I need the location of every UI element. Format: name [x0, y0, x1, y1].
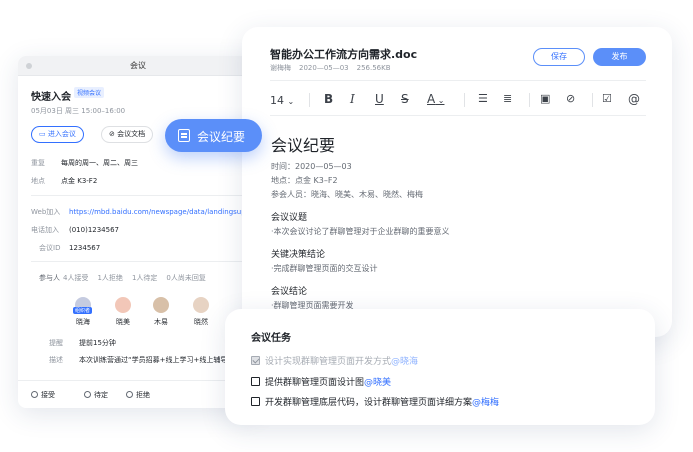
text-color-icon[interactable]: A ⌄ [427, 92, 444, 106]
window-dot-icon [26, 63, 32, 69]
repeat-row: 重复 每周的周一、周二、周三 [31, 159, 138, 167]
document-author: 谢梅梅 [270, 64, 291, 72]
meeting-titlebar: 会议 [18, 56, 258, 76]
italic-icon[interactable]: I [350, 92, 355, 106]
bullet-list-icon[interactable]: ☰ [478, 92, 488, 105]
mention-link: @晓海 [391, 357, 419, 367]
join-meeting-button[interactable]: ▭ 进入会议 [31, 126, 84, 143]
document-editor: 智能办公工作流方向需求.doc 谢梅梅 2020—05—03 256.56KB 保存… [242, 27, 672, 337]
font-size-select[interactable]: 14 ⌄ [270, 94, 294, 107]
video-meeting-badge: 视频会议 [74, 87, 105, 98]
divider [31, 195, 245, 196]
meeting-time: 05月03日 周三 15:00–16:00 [31, 107, 126, 115]
toolbar-separator [309, 93, 310, 107]
toolbar-separator [529, 93, 530, 107]
attendee-name: 晓然 [194, 318, 208, 326]
document-title: 智能办公工作流方向需求.doc [270, 48, 418, 61]
web-join-row[interactable]: Web加入 https://mbd.baidu.com/newspage/data… [31, 207, 253, 217]
minus-circle-icon [126, 391, 133, 398]
link-icon[interactable]: ⊘ [566, 92, 575, 105]
question-circle-icon [84, 391, 91, 398]
mention-icon[interactable]: @ [628, 92, 640, 106]
rsvp-footer: 接受 待定 拒绝 [18, 380, 258, 408]
section-text: ·本次会议讨论了群聊管理对于企业群聊的重要意义 [271, 227, 450, 236]
checkbox-checked-icon[interactable] [251, 356, 260, 365]
attendee-name: 晓海 [76, 318, 90, 326]
bold-icon[interactable]: B [324, 92, 333, 106]
divider [270, 80, 646, 81]
phone-join-row: 电话加入 (010)1234567 [31, 226, 119, 234]
checkbox-icon[interactable] [251, 397, 260, 406]
chip-label: 会议纪要 [197, 130, 246, 144]
host-tag: 组织者 [73, 307, 93, 314]
description-row: 描述 本次训练营通过“学员招募+线上学习+线上辅导 [49, 356, 228, 364]
toolbar-separator [464, 93, 465, 107]
chevron-down-icon: ⌄ [287, 97, 295, 106]
save-button[interactable]: 保存 [533, 48, 585, 66]
meeting-id-row: 会议ID 1234567 [39, 244, 101, 252]
info-attendees: 参会人员：晓海、晓美、木易、晓然、梅梅 [271, 190, 423, 199]
task-item[interactable]: 提供群聊管理页面设计图@晓美 [251, 375, 391, 388]
meeting-panel: 会议 快速入会 视频会议 05月03日 周三 15:00–16:00 ▭ 进入会… [18, 56, 258, 408]
participant-counts: 参与人 4人接受 1人拒绝 1人待定 0人尚未回复 [39, 274, 206, 282]
attendee-name: 木易 [154, 318, 168, 326]
section-text: ·完成群聊管理页面的交互设计 [271, 264, 378, 273]
info-place: 地点：点金 K3–F2 [271, 176, 338, 185]
image-icon[interactable]: ▣ [540, 92, 550, 105]
tasks-title: 会议任务 [251, 333, 291, 344]
attendee-name: 晓美 [116, 318, 130, 326]
publish-button[interactable]: 发布 [593, 48, 646, 66]
divider [31, 261, 245, 262]
strikethrough-icon[interactable]: S [401, 92, 409, 106]
avatar[interactable] [115, 297, 131, 313]
document-icon [178, 129, 190, 142]
document-meta: 谢梅梅 2020—05—03 256.56KB [270, 63, 399, 73]
avatar[interactable] [193, 297, 209, 313]
meeting-docs-button[interactable]: ⊘ 会议文档 [101, 126, 154, 143]
pending-button[interactable]: 待定 [84, 390, 108, 400]
check-circle-icon [31, 391, 38, 398]
underline-icon[interactable]: U [375, 92, 384, 106]
toolbar-separator [592, 93, 593, 107]
mention-link: @梅梅 [472, 398, 500, 408]
web-join-link: https://mbd.baidu.com/newspage/data/land… [69, 208, 253, 216]
avatar[interactable] [153, 297, 169, 313]
mention-link: @晓美 [364, 378, 392, 388]
checkbox-icon[interactable] [251, 377, 260, 386]
task-item[interactable]: 开发群聊管理底层代码，设计群聊管理页面详细方案@梅梅 [251, 395, 499, 408]
document-size: 256.56KB [356, 64, 391, 72]
video-icon: ▭ [39, 130, 48, 138]
meeting-title: 快速入会 [31, 92, 71, 103]
location-row: 地点 点金 K3-F2 [31, 177, 98, 185]
decline-button[interactable]: 拒绝 [126, 390, 150, 400]
meeting-window-title: 会议 [130, 61, 146, 70]
divider [270, 115, 646, 116]
remind-row: 提醒 提前15分钟 [49, 339, 116, 347]
meeting-minutes-chip[interactable]: 会议纪要 [165, 119, 262, 152]
numbered-list-icon[interactable]: ≣ [503, 92, 512, 105]
meeting-tasks-panel: 会议任务 设计实现群聊管理页面开发方式@晓海 提供群聊管理页面设计图@晓美 开发… [225, 309, 655, 425]
document-date: 2020—05—03 [299, 64, 349, 72]
info-time: 时间：2020—05—03 [271, 162, 352, 171]
document-heading: 会议纪要 [271, 136, 336, 155]
link-icon: ⊘ [109, 130, 118, 138]
section-title: 关键决策结论 [271, 250, 326, 260]
task-item[interactable]: 设计实现群聊管理页面开发方式@晓海 [251, 354, 418, 367]
section-title: 会议议题 [271, 213, 308, 223]
checkbox-icon[interactable]: ☑ [602, 92, 612, 105]
section-title: 会议结论 [271, 287, 308, 297]
accept-button[interactable]: 接受 [31, 390, 55, 400]
